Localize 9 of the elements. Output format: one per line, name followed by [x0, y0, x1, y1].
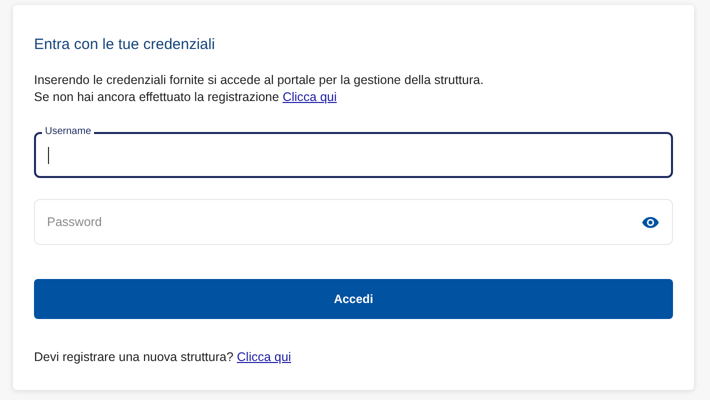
intro-text: Inserendo le credenziali fornite si accede al portale per la gestione della struttura. — [34, 72, 484, 89]
register-link[interactable]: Clicca qui — [236, 350, 292, 364]
register-link[interactable]: Clicca qui — [282, 90, 337, 104]
text-cursor — [48, 146, 49, 164]
intro-text: Se non hai ancora effettuato la registrazione Clicca qui — [34, 89, 337, 106]
login-button[interactable]: Accedi — [34, 279, 673, 319]
register-prompt: Devi registrare una nuova struttura? Clicca qui — [34, 349, 292, 366]
field-label: Password — [47, 214, 102, 231]
form-title: Entra con le tue credenziali — [34, 35, 215, 55]
